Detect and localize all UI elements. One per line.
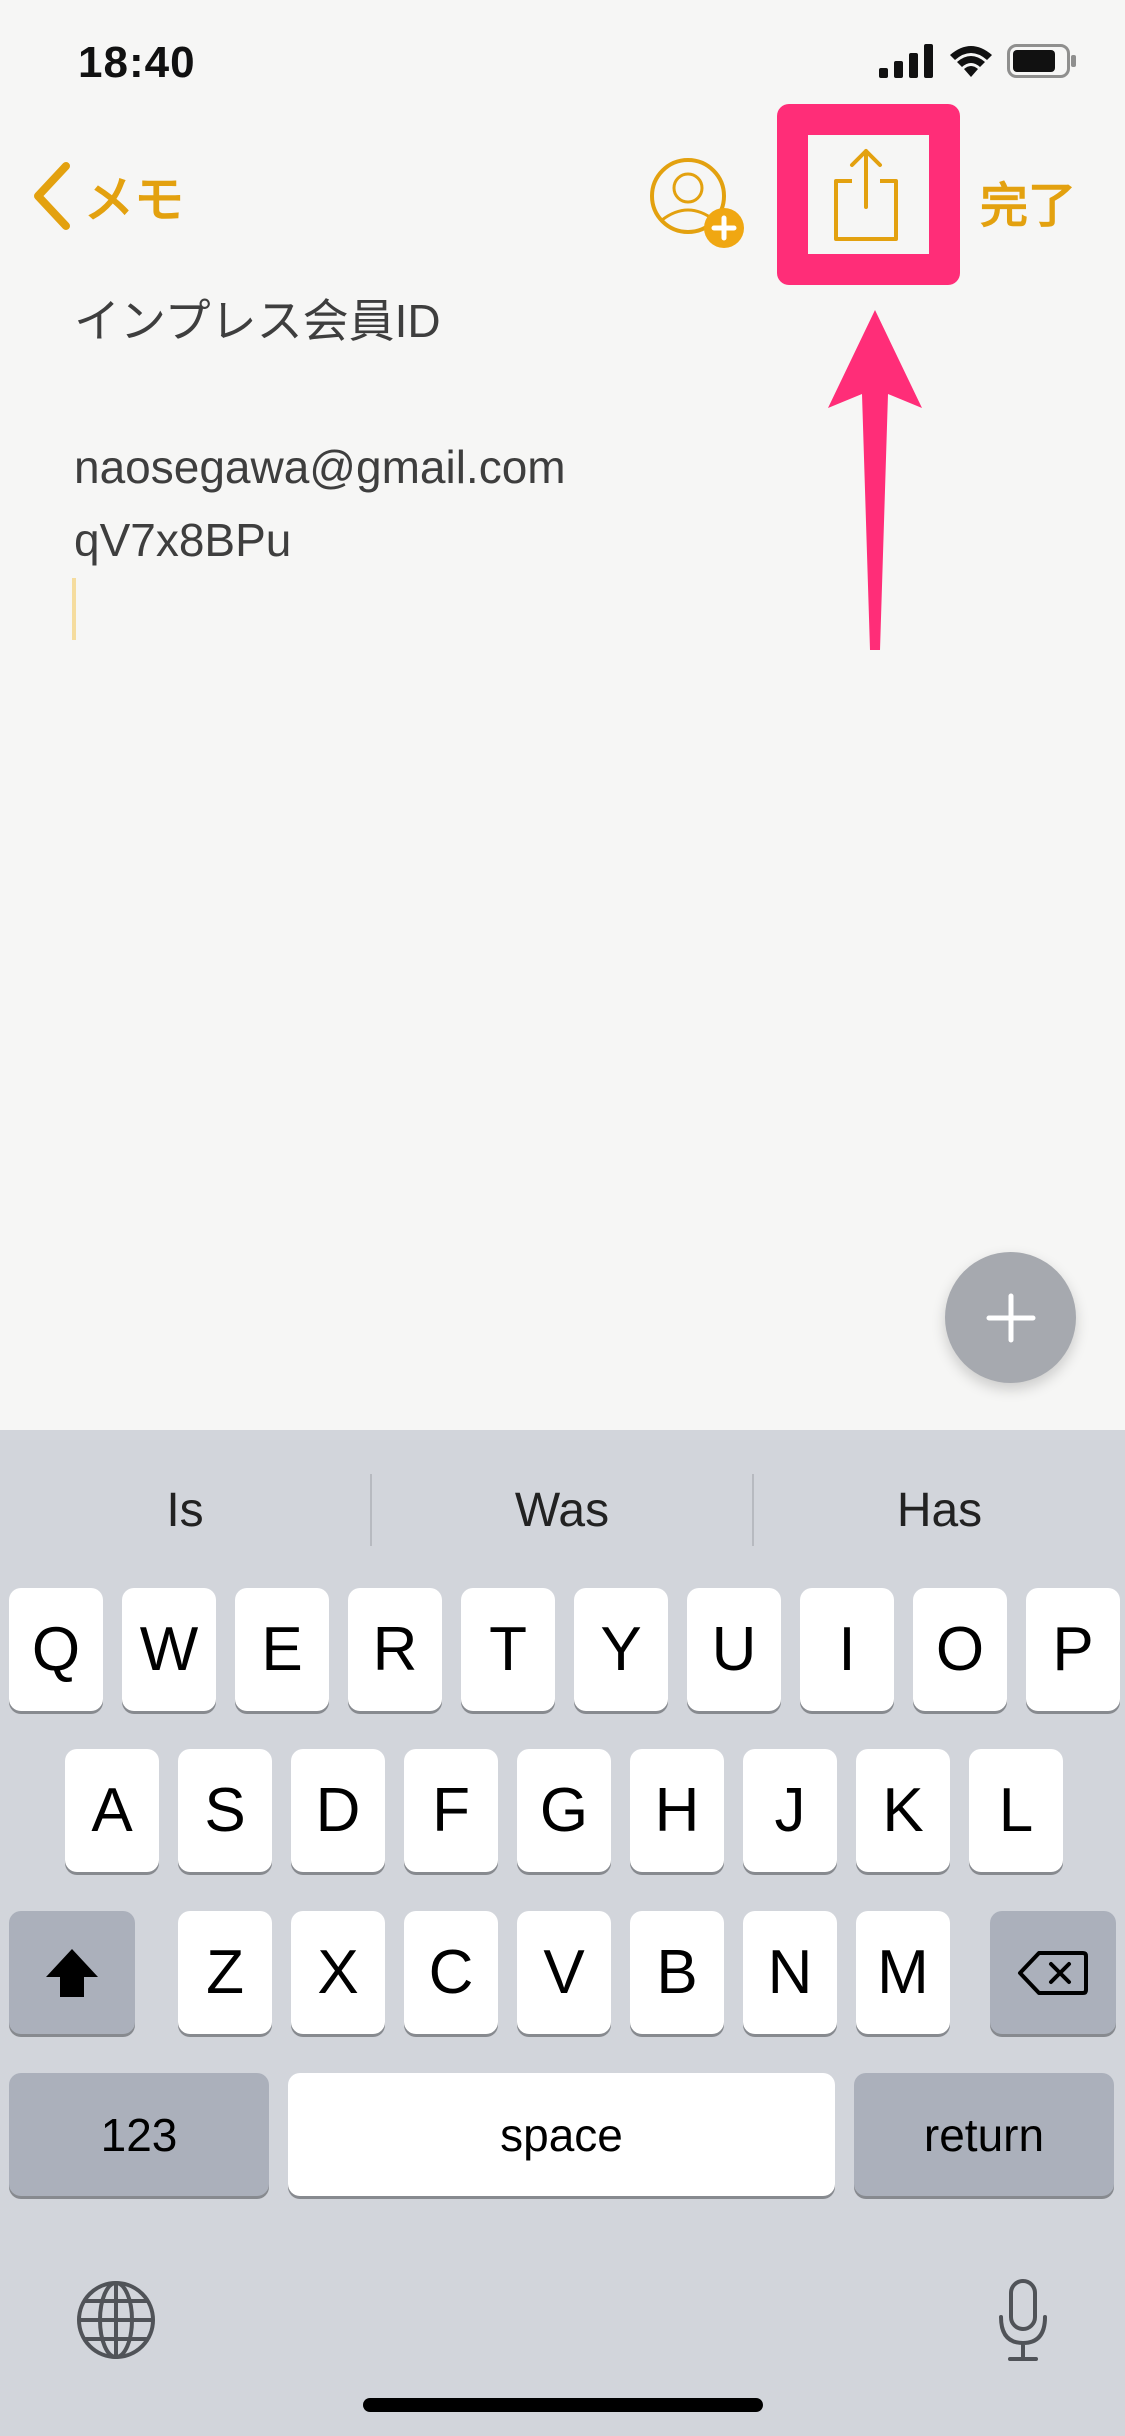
notes-screen: 18:40 メモ 完了 インプレス会員ID naosegawa@gmail.co… <box>0 0 1125 2436</box>
plus-icon <box>986 1293 1035 1342</box>
chevron-left-icon <box>34 162 70 230</box>
key[interactable]: I <box>800 1588 894 1711</box>
add-person-icon[interactable] <box>648 156 748 256</box>
key[interactable]: K <box>856 1749 950 1872</box>
key[interactable]: T <box>461 1588 555 1711</box>
key[interactable]: Y <box>574 1588 668 1711</box>
key[interactable]: W <box>122 1588 216 1711</box>
note-line: naosegawa@gmail.com <box>74 441 566 493</box>
home-indicator <box>363 2398 763 2412</box>
numbers-key[interactable]: 123 <box>9 2073 269 2196</box>
backspace-icon <box>1018 1950 1088 1995</box>
key[interactable]: M <box>856 1911 950 2034</box>
note-line: qV7x8BPu <box>74 514 292 566</box>
status-time: 18:40 <box>78 38 196 87</box>
key[interactable]: A <box>65 1749 159 1872</box>
key[interactable]: Q <box>9 1588 103 1711</box>
add-note-button[interactable] <box>945 1252 1076 1383</box>
key[interactable]: L <box>969 1749 1063 1872</box>
annotation-arrow <box>828 310 922 650</box>
key[interactable]: B <box>630 1911 724 2034</box>
suggestion-item[interactable]: Has <box>754 1430 1125 1590</box>
note-line: インプレス会員ID <box>74 295 441 347</box>
shift-key[interactable] <box>9 1911 135 2034</box>
done-button[interactable]: 完了 <box>980 166 1076 236</box>
key[interactable]: R <box>348 1588 442 1711</box>
key[interactable]: N <box>743 1911 837 2034</box>
back-button[interactable]: メモ <box>32 160 184 232</box>
shift-arrow-icon <box>46 1948 98 1997</box>
key[interactable]: E <box>235 1588 329 1711</box>
key[interactable]: Z <box>178 1911 272 2034</box>
key[interactable]: S <box>178 1749 272 1872</box>
key[interactable]: X <box>291 1911 385 2034</box>
note-body[interactable]: インプレス会員ID naosegawa@gmail.com qV7x8BPu <box>74 285 566 577</box>
globe-icon[interactable] <box>75 2279 157 2361</box>
key[interactable]: U <box>687 1588 781 1711</box>
suggestion-bar: Is Was Has <box>0 1430 1125 1590</box>
key[interactable]: O <box>913 1588 1007 1711</box>
key[interactable]: J <box>743 1749 837 1872</box>
key[interactable]: F <box>404 1749 498 1872</box>
return-key[interactable]: return <box>854 2073 1114 2196</box>
key[interactable]: P <box>1026 1588 1120 1711</box>
key[interactable]: C <box>404 1911 498 2034</box>
key[interactable]: V <box>517 1911 611 2034</box>
cellular-signal-icon <box>879 44 933 78</box>
share-icon[interactable] <box>826 145 906 245</box>
suggestion-item[interactable]: Is <box>0 1430 370 1590</box>
delete-key[interactable] <box>990 1911 1116 2034</box>
space-key[interactable]: space <box>288 2073 835 2196</box>
microphone-icon[interactable] <box>996 2277 1050 2363</box>
battery-icon <box>1007 44 1076 78</box>
key[interactable]: D <box>291 1749 385 1872</box>
suggestion-item[interactable]: Was <box>372 1430 752 1590</box>
text-caret <box>72 578 76 640</box>
status-icons <box>879 44 1077 78</box>
keyboard: Is Was Has Q W E R T Y U I O P A S D F G… <box>0 1430 1125 2436</box>
key[interactable]: G <box>517 1749 611 1872</box>
note-line <box>74 358 566 431</box>
back-label: メモ <box>84 172 184 228</box>
key[interactable]: H <box>630 1749 724 1872</box>
wifi-icon <box>950 46 992 77</box>
